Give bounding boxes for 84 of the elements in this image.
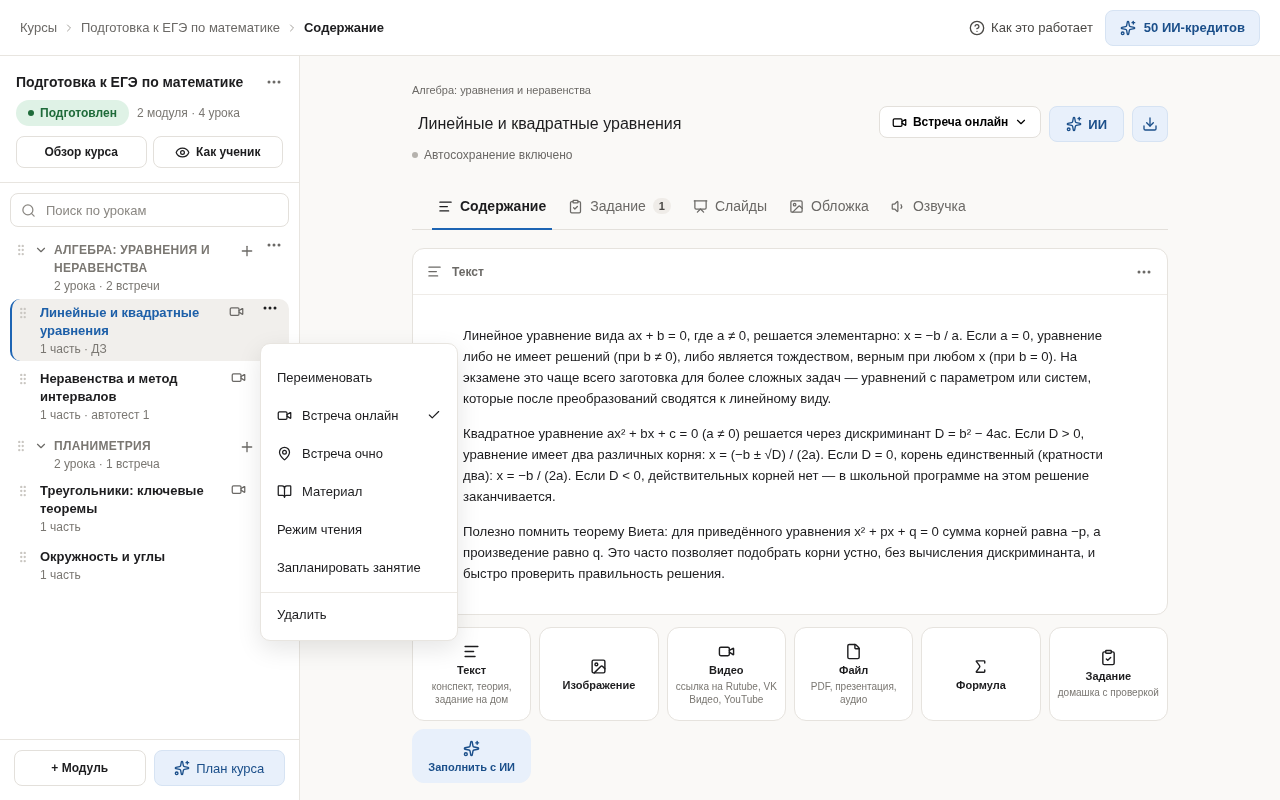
tab[interactable]: Задание 1 [562, 184, 677, 230]
lesson-item[interactable]: Линейные и квадратные уравнения 1 часть · ДЗ [10, 299, 289, 361]
sparkles-icon [463, 740, 481, 757]
lesson-meta: 1 часть [40, 520, 82, 534]
menu-item[interactable]: Удалить [261, 592, 457, 636]
module-meta: 2 урока · 1 встреча [54, 457, 161, 471]
sparkles-icon [174, 760, 191, 776]
download-icon [1142, 116, 1158, 132]
eye-icon [175, 144, 191, 160]
add-block-button[interactable]: Заполнить с ИИ [412, 729, 532, 783]
sparkles-icon [1119, 19, 1136, 36]
image-icon [590, 657, 608, 675]
overview-button[interactable]: Обзор курса [16, 136, 147, 168]
help-link[interactable]: Как это работает [969, 19, 1093, 36]
lesson-item[interactable]: Окружность и углы 1 часть [10, 543, 257, 587]
add-block-button[interactable]: Текст конспект, теория, задание на дом [412, 627, 532, 721]
credits-button[interactable]: 50 ИИ-кредитов [1104, 9, 1260, 46]
search-box[interactable]: Поиск по урокам [10, 193, 289, 227]
breadcrumb-link[interactable]: Подготовка к ЕГЭ по математике [81, 20, 280, 35]
lesson-title: Линейные и квадратные уравнения [40, 304, 201, 340]
lesson-title: Окружность и углы [40, 548, 167, 566]
menu-item[interactable]: Переименовать [261, 358, 457, 396]
lesson-title: Линейные и квадратные уравнения [418, 115, 682, 133]
meeting-dropdown[interactable]: Встреча онлайн [878, 106, 1042, 138]
module-title[interactable]: ПЛАНИМЕТРИЯ [54, 437, 233, 455]
more-icon [267, 243, 281, 247]
course-title: Подготовка к ЕГЭ по математике [16, 74, 245, 90]
lesson-meta: 1 часть [40, 568, 82, 582]
search-field[interactable]: Поиск по урокам [44, 201, 278, 219]
menu-item[interactable]: Запланировать занятие [261, 548, 457, 586]
paragraph: Линейное уравнение вида ax + b = 0, где a ≠ 0, решается элементарно: x = −b / a. Если a = 0, уравнение либо не имеет решений (при b ≠ 0), либо является тождеством, верным при любом x (при b = 0). На экзамене это чаще всего заготовка для более сложных задач — уравнений с параметром или систем, которые после преобразований сводятся к линейному виду. [463, 327, 1103, 408]
lines-icon [427, 264, 442, 279]
lesson-item[interactable]: Неравенства и метод интервалов 1 часть · автотест 1 [10, 365, 257, 427]
menu-item[interactable]: Встреча очно [261, 434, 457, 472]
count-badge: 1 [652, 198, 671, 214]
tab[interactable]: Содержание [432, 184, 553, 230]
module-label: Алгебра: уравнения и неравенства [412, 84, 592, 96]
clipboard-icon [568, 198, 584, 214]
search-icon [21, 202, 36, 218]
student-view-button[interactable]: Как ученик [152, 136, 283, 168]
add-block-button[interactable]: Файл PDF, презентация, аудио [794, 627, 914, 721]
tab[interactable]: Слайды [686, 184, 774, 230]
help-icon [969, 19, 986, 36]
lesson-title: Треугольники: ключевые теоремы [40, 482, 205, 518]
menu-item[interactable]: Режим чтения [261, 510, 457, 548]
lesson-meta: 1 часть · автотест 1 [40, 408, 151, 422]
more-button[interactable] [265, 78, 283, 86]
map-pin-icon [277, 445, 292, 461]
add-block-button[interactable]: Формула [921, 627, 1041, 721]
course-plan-button[interactable]: План курса [153, 750, 285, 786]
block-title: Текст [452, 264, 485, 279]
autosave-status: Автосохранение включено [424, 148, 573, 162]
menu-item[interactable]: Материал [261, 472, 457, 510]
image-icon [789, 198, 805, 214]
sparkles-icon [1066, 116, 1083, 132]
add-block-button[interactable]: Задание домашка с проверкой [1048, 627, 1168, 721]
status-dot [412, 152, 418, 158]
add-block-button[interactable]: Видео ссылка на Rutube, VK Видео, YouTube [666, 627, 786, 721]
download-button[interactable] [1132, 106, 1168, 142]
paragraph: Квадратное уравнение ax² + bx + c = 0 (a ≠ 0) решается через дискриминант D = b² − 4ac. Если D > 0, уравнение имеет два различных корня: x = (−b ± √D) / (2a). Если D = 0, корень единственный (кратности два): x = −b / (2a). Если D < 0, действительных корней нет — в школьной программе на этом решение заканчивается. [463, 425, 1104, 506]
lesson-title: Неравенства и метод интервалов [40, 370, 179, 406]
add-module-button[interactable]: + Модуль [14, 750, 146, 786]
more-icon [267, 80, 281, 84]
ai-button[interactable]: ИИ [1049, 106, 1124, 142]
presentation-icon [692, 198, 708, 214]
add-block-button[interactable]: Изображение [539, 627, 659, 721]
lesson-meta: 1 часть · ДЗ [40, 342, 108, 356]
menu-item[interactable]: Встреча онлайн [261, 396, 457, 434]
lesson-item[interactable]: Треугольники: ключевые теоремы 1 часть [10, 477, 257, 539]
more-icon [1137, 269, 1151, 274]
clipboard-icon [1099, 649, 1117, 666]
course-stats: 2 модуля · 4 урока [136, 106, 240, 120]
status-badge: Подготовлен [16, 100, 129, 126]
lines-icon [438, 198, 453, 214]
file-icon [845, 642, 863, 660]
book-icon [277, 483, 292, 499]
breadcrumb-link[interactable]: Содержание [304, 20, 385, 35]
paragraph: Полезно помнить теорему Виета: для приведённого уравнения x² + px + q = 0 сумма корней равна −p, а произведение равно q. Это часто позволяет подобрать корни устно, без вычисления дискриминанта, и быстро проверить правильность решения. [463, 523, 1102, 583]
module-meta: 2 урока · 2 встречи [54, 279, 161, 293]
tab[interactable]: Озвучка [884, 184, 972, 230]
breadcrumb-link[interactable]: Курсы [20, 20, 57, 35]
tab[interactable]: Обложка [783, 184, 875, 230]
module-title[interactable]: АЛГЕБРА: УРАВНЕНИЯ И НЕРАВЕНСТВА [54, 241, 233, 277]
more-icon [263, 306, 277, 310]
